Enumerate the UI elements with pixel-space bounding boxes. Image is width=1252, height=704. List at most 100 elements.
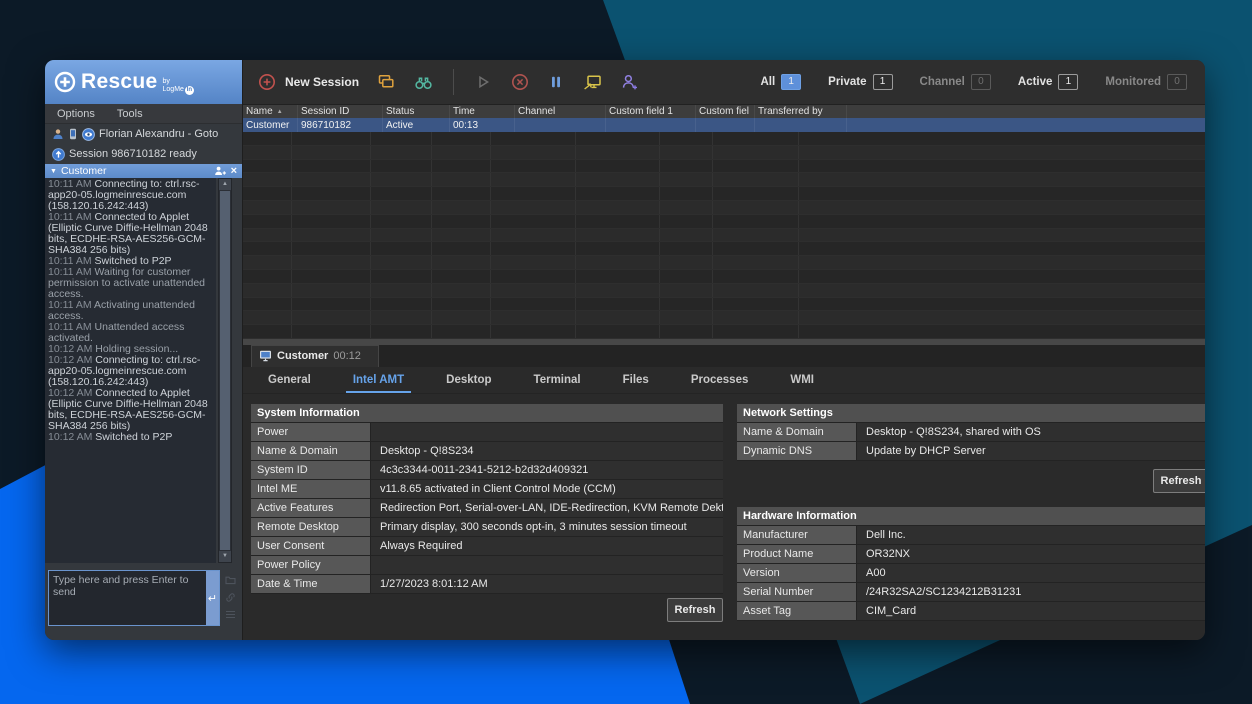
info-label: Intel ME xyxy=(251,480,370,498)
search-binoculars-icon[interactable] xyxy=(413,72,434,92)
menu-lines-icon[interactable] xyxy=(225,610,236,619)
info-row: Name & DomainDesktop - Q!8S234, shared w… xyxy=(737,423,1205,442)
scrollbar-thumb[interactable] xyxy=(220,191,230,550)
info-label: Name & Domain xyxy=(251,442,370,460)
invite-technician-icon[interactable] xyxy=(214,166,227,176)
column-header-custom-fiel[interactable]: Custom fiel xyxy=(696,105,755,118)
column-header-channel[interactable]: Channel xyxy=(515,105,606,118)
log-entry: 10:11 AM Waiting for customer permission… xyxy=(48,267,213,300)
table-row-empty xyxy=(243,160,1205,174)
hold-session-icon[interactable] xyxy=(547,72,565,92)
filter-monitored[interactable]: Monitored0 xyxy=(1105,74,1187,90)
session-table-header: Name▲Session IDStatusTimeChannelCustom f… xyxy=(243,105,1205,118)
start-session-icon[interactable] xyxy=(473,72,493,92)
system-information-refresh-button[interactable]: Refresh xyxy=(667,598,723,622)
filter-channel[interactable]: Channel0 xyxy=(920,74,991,90)
info-value xyxy=(370,423,723,441)
session-cell: 00:13 xyxy=(450,118,515,132)
tab-processes[interactable]: Processes xyxy=(670,367,770,393)
filter-active[interactable]: Active1 xyxy=(1018,74,1079,90)
tab-desktop[interactable]: Desktop xyxy=(425,367,512,393)
filter-count-badge: 0 xyxy=(971,74,991,90)
filter-all[interactable]: All1 xyxy=(760,74,801,90)
session-log-wrap: 10:11 AM Connecting to: ctrl.rsc-app20-0… xyxy=(45,178,242,563)
session-cell xyxy=(696,118,755,132)
sidebar-menubar: Options Tools xyxy=(45,104,242,124)
chat-input-box[interactable]: ↵ xyxy=(48,570,220,626)
session-filters: All1Private1Channel0Active1Monitored0 xyxy=(760,74,1191,90)
info-label: Date & Time xyxy=(251,575,370,593)
add-technician-icon[interactable] xyxy=(620,72,640,92)
transfer-session-icon[interactable] xyxy=(582,72,603,92)
table-row-empty xyxy=(243,284,1205,298)
info-row: Name & DomainDesktop - Q!8S234 xyxy=(251,442,723,461)
column-header-transferred-by[interactable]: Transferred by xyxy=(755,105,847,118)
column-header-name[interactable]: Name▲ xyxy=(243,105,298,118)
chevron-down-icon[interactable]: ▼ xyxy=(50,168,57,175)
new-session-button[interactable]: New Session xyxy=(257,72,359,92)
connect-to-computer-icon[interactable] xyxy=(376,72,396,92)
customer-session-header[interactable]: ▼ Customer × xyxy=(45,164,242,178)
chat-input[interactable] xyxy=(49,571,206,625)
table-row-empty xyxy=(243,311,1205,325)
close-session-icon[interactable]: × xyxy=(231,166,237,176)
end-session-icon[interactable] xyxy=(510,72,530,92)
workspace-subtabs: GeneralIntel AMTDesktopTerminalFilesProc… xyxy=(243,367,1205,394)
table-row-empty xyxy=(243,242,1205,256)
info-label: System ID xyxy=(251,461,370,479)
column-header-session-id[interactable]: Session ID xyxy=(298,105,383,118)
workspace-tab-time: 00:12 xyxy=(333,350,361,362)
network-settings-refresh-button[interactable]: Refresh xyxy=(1153,469,1205,493)
scroll-down-icon[interactable]: ▼ xyxy=(219,551,231,562)
info-row: User ConsentAlways Required xyxy=(251,537,723,556)
log-scrollbar[interactable]: ▲ ▼ xyxy=(218,178,232,563)
info-row: Power xyxy=(251,423,723,442)
customer-workspace-tab[interactable]: Customer 00:12 xyxy=(251,345,379,367)
info-label: Remote Desktop xyxy=(251,518,370,536)
info-row: Date & Time1/27/2023 8:01:12 AM xyxy=(251,575,723,594)
info-row: ManufacturerDell Inc. xyxy=(737,526,1205,545)
table-row-empty xyxy=(243,201,1205,215)
filter-label: Private xyxy=(828,76,866,88)
filter-label: Monitored xyxy=(1105,76,1161,88)
left-column: System InformationPowerName & DomainDesk… xyxy=(251,404,723,640)
table-row-empty xyxy=(243,298,1205,312)
tab-wmi[interactable]: WMI xyxy=(769,367,835,393)
link-icon[interactable] xyxy=(225,592,236,603)
info-label: Name & Domain xyxy=(737,423,856,441)
session-cell: Active xyxy=(383,118,450,132)
info-row: Dynamic DNSUpdate by DHCP Server xyxy=(737,442,1205,461)
chat-tool-rail xyxy=(220,570,240,633)
workspace-tab-label: Customer xyxy=(277,350,328,362)
session-row-selected[interactable]: Customer986710182Active00:13 xyxy=(243,118,1205,132)
monitor-icon xyxy=(259,350,272,362)
info-value: A00 xyxy=(856,564,1205,582)
tab-intel-amt[interactable]: Intel AMT xyxy=(332,367,425,393)
info-value: OR32NX xyxy=(856,545,1205,563)
table-row-empty xyxy=(243,146,1205,160)
tab-general[interactable]: General xyxy=(247,367,332,393)
tab-files[interactable]: Files xyxy=(602,367,670,393)
menu-options[interactable]: Options xyxy=(57,108,95,120)
menu-tools[interactable]: Tools xyxy=(117,108,143,120)
tab-terminal[interactable]: Terminal xyxy=(513,367,602,393)
column-header-time[interactable]: Time xyxy=(450,105,515,118)
session-cell xyxy=(755,118,847,132)
scroll-up-icon[interactable]: ▲ xyxy=(219,179,231,190)
info-label: Manufacturer xyxy=(737,526,856,544)
session-cell xyxy=(606,118,696,132)
log-entry: 10:11 AM Connecting to: ctrl.rsc-app20-0… xyxy=(48,179,213,212)
info-row: Active FeaturesRedirection Port, Serial-… xyxy=(251,499,723,518)
filter-private[interactable]: Private1 xyxy=(828,74,892,90)
filter-count-badge: 1 xyxy=(1058,74,1078,90)
system-information-table: System InformationPowerName & DomainDesk… xyxy=(251,404,723,594)
info-value: /24R32SA2/SC1234212B31231 xyxy=(856,583,1205,601)
column-header-custom-field-1[interactable]: Custom field 1 xyxy=(606,105,696,118)
info-value: Dell Inc. xyxy=(856,526,1205,544)
sidebar: Rescue by LogMeIn Options Tools xyxy=(45,60,243,640)
file-transfer-icon[interactable] xyxy=(225,574,236,585)
column-header-status[interactable]: Status xyxy=(383,105,450,118)
chat-send-strip[interactable]: ↵ xyxy=(206,571,219,625)
enter-icon: ↵ xyxy=(208,592,217,605)
info-row: Power Policy xyxy=(251,556,723,575)
